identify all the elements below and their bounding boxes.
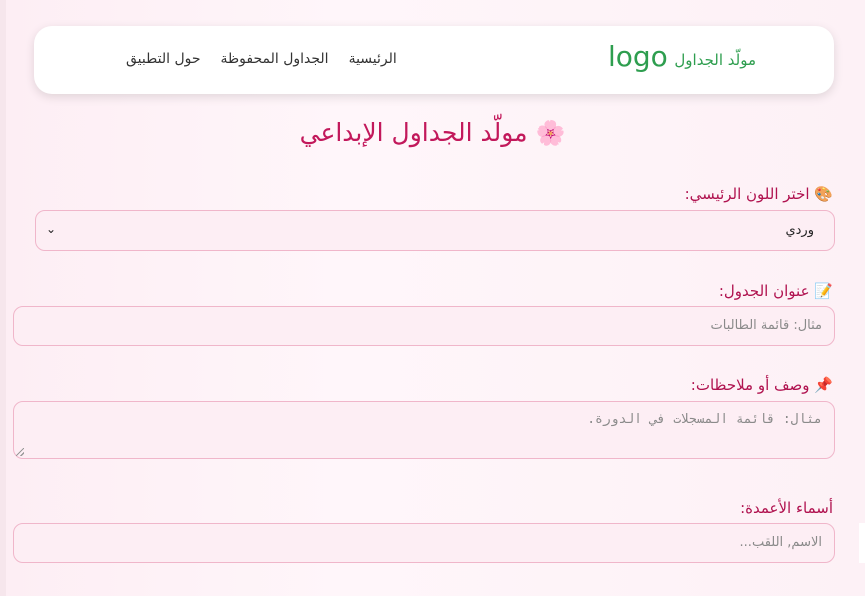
color-select[interactable]: وردي ⌄ bbox=[35, 210, 835, 251]
table-title-label: 📝 عنوان الجدول: bbox=[719, 282, 833, 300]
flower-icon: 🌸 bbox=[535, 119, 566, 147]
nav-saved-tables[interactable]: الجداول المحفوظة bbox=[221, 51, 329, 67]
color-select-value: وردي bbox=[785, 223, 814, 238]
notes-label: 📌 وصف أو ملاحظات: bbox=[691, 376, 833, 394]
left-edge bbox=[0, 0, 6, 596]
page-title-text: مولّد الجداول الإبداعي bbox=[299, 118, 528, 147]
nav-links: الرئيسية الجداول المحفوظة حول التطبيق bbox=[126, 51, 397, 67]
table-title-placeholder: مثال: قائمة الطالبات bbox=[710, 318, 823, 333]
nav-about[interactable]: حول التطبيق bbox=[126, 51, 201, 67]
brand-name[interactable]: مولّد الجداول bbox=[674, 51, 756, 69]
resize-grip-icon[interactable] bbox=[16, 448, 24, 456]
columns-input[interactable]: الاسم, اللقب... bbox=[13, 523, 835, 563]
color-label: 🎨 اختر اللون الرئيسي: bbox=[685, 185, 833, 203]
scroll-edge bbox=[859, 523, 865, 563]
navbar: logo مولّد الجداول الرئيسية الجداول المح… bbox=[34, 26, 834, 94]
notes-label-text: وصف أو ملاحظات: bbox=[690, 376, 810, 394]
memo-icon: 📝 bbox=[814, 282, 833, 300]
color-label-text: اختر اللون الرئيسي: bbox=[684, 185, 810, 203]
page: logo مولّد الجداول الرئيسية الجداول المح… bbox=[0, 0, 865, 596]
columns-label-text: أسماء الأعمدة: bbox=[740, 499, 833, 517]
columns-placeholder: الاسم, اللقب... bbox=[739, 535, 822, 550]
notes-placeholder: مثال: قائمة المسجلات في الدورة. bbox=[587, 412, 822, 427]
palette-icon: 🎨 bbox=[814, 185, 833, 203]
table-title-label-text: عنوان الجدول: bbox=[718, 282, 810, 300]
nav-home[interactable]: الرئيسية bbox=[349, 51, 397, 67]
chevron-down-icon: ⌄ bbox=[46, 222, 57, 236]
table-title-input[interactable]: مثال: قائمة الطالبات bbox=[13, 306, 835, 346]
page-title: 🌸 مولّد الجداول الإبداعي bbox=[0, 118, 865, 147]
pushpin-icon: 📌 bbox=[814, 376, 833, 394]
notes-textarea[interactable]: مثال: قائمة المسجلات في الدورة. bbox=[13, 401, 835, 459]
columns-label: أسماء الأعمدة: bbox=[740, 499, 833, 517]
logo[interactable]: logo bbox=[608, 40, 668, 73]
